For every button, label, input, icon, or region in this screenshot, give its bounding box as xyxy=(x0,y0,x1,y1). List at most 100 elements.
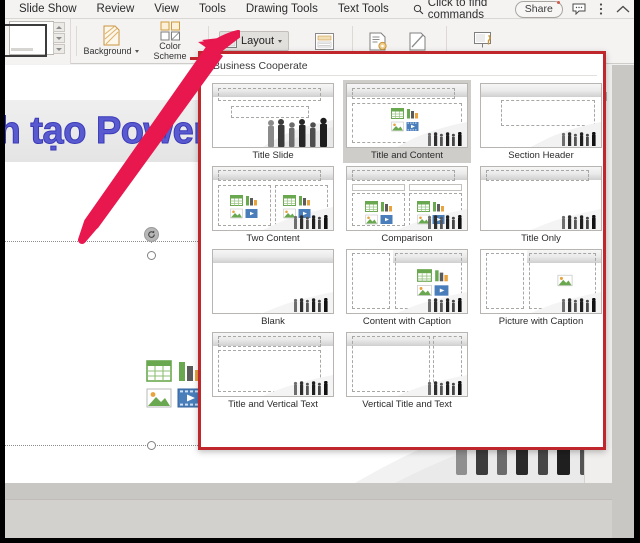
table-icon xyxy=(417,199,430,212)
layout-option-title-slide[interactable]: Title Slide xyxy=(209,80,337,163)
status-bar xyxy=(5,499,612,538)
table-icon xyxy=(230,193,243,206)
scroll-down-button[interactable] xyxy=(53,33,65,43)
picture-icon xyxy=(417,284,432,297)
resize-handle-bottom-left[interactable] xyxy=(147,441,156,450)
gallery-row: Blank Content with Caption Picture with … xyxy=(209,246,602,329)
layout-option-section-header[interactable]: Section Header xyxy=(477,80,603,163)
people-silhouette-icon xyxy=(427,298,462,312)
layout-option-title-only[interactable]: Title Only xyxy=(477,163,603,246)
background-icon xyxy=(103,25,120,46)
menu-bar: Slide Show Review View Tools Drawing Too… xyxy=(5,0,634,21)
layout-option-picture-with-caption[interactable]: Picture with Caption xyxy=(477,246,603,329)
layout-option-label: Two Content xyxy=(246,233,300,244)
resize-handle-top[interactable] xyxy=(147,251,156,260)
triangle-down-icon xyxy=(56,36,62,40)
next-slide-button[interactable] xyxy=(53,44,65,54)
people-silhouette-icon xyxy=(561,132,596,146)
triangle-down-icon xyxy=(56,47,62,51)
slide-size-icon xyxy=(314,31,334,51)
layout-label: Layout xyxy=(241,35,275,47)
people-silhouette-icon xyxy=(427,381,462,395)
comment-icon[interactable] xyxy=(572,0,586,19)
menu-item-slide-show[interactable]: Slide Show xyxy=(5,0,87,19)
chevron-down-icon[interactable] xyxy=(278,39,283,43)
layout-thumbnail xyxy=(480,83,602,148)
window-frame-right xyxy=(634,0,640,543)
layout-option-blank[interactable]: Blank xyxy=(209,246,337,329)
callout-connector-line xyxy=(190,57,204,60)
collapse-ribbon-icon[interactable] xyxy=(616,0,630,19)
content-icons xyxy=(391,106,419,132)
layout-option-label: Title Slide xyxy=(252,150,294,161)
scroll-up-button[interactable] xyxy=(53,22,65,32)
layout-option-label: Title and Vertical Text xyxy=(228,399,318,410)
layout-button[interactable]: Layout xyxy=(219,31,290,51)
color-scheme-label: Color Scheme xyxy=(153,41,187,61)
layout-option-title-and-content[interactable]: Title and Content xyxy=(343,80,471,163)
slide-thumbnail-pane xyxy=(3,19,71,64)
layout-thumbnail xyxy=(212,249,334,314)
layout-option-label: Section Header xyxy=(508,150,574,161)
chart-icon xyxy=(406,106,419,119)
layout-option-label: Content with Caption xyxy=(362,316,452,327)
video-icon xyxy=(380,212,393,224)
layout-option-label: Vertical Title and Text xyxy=(362,399,452,410)
layout-thumbnail xyxy=(212,83,334,148)
menu-item-view[interactable]: View xyxy=(144,0,189,19)
layout-option-content-with-caption[interactable]: Content with Caption xyxy=(343,246,471,329)
gallery-row: Title and Vertical Text Vertical Title a… xyxy=(209,329,597,412)
people-silhouette-icon xyxy=(561,298,596,312)
gallery-row: Two Content Comparison Title Only xyxy=(209,163,602,246)
layout-thumbnail xyxy=(346,249,468,314)
menu-item-text-tools[interactable]: Text Tools xyxy=(328,0,399,19)
layout-option-label: Blank xyxy=(261,316,285,327)
layout-option-two-content[interactable]: Two Content xyxy=(209,163,337,246)
layout-thumbnail xyxy=(346,332,468,397)
window-frame-bottom xyxy=(0,538,640,543)
table-icon xyxy=(365,199,378,212)
layout-option-vertical-title-and-text[interactable]: Vertical Title and Text xyxy=(343,329,471,412)
people-silhouette-icon xyxy=(293,215,328,229)
layout-gallery-dropdown[interactable]: Business Cooperate Title Slide Title and… xyxy=(198,51,606,450)
menu-item-drawing-tools[interactable]: Drawing Tools xyxy=(236,0,328,19)
layout-thumbnail xyxy=(480,166,602,231)
layout-thumbnail xyxy=(346,83,468,148)
layout-option-label: Title and Content xyxy=(371,150,443,161)
video-icon xyxy=(434,284,449,297)
menu-item-review[interactable]: Review xyxy=(87,0,145,19)
table-icon xyxy=(391,106,404,119)
chart-icon xyxy=(432,199,445,212)
table-icon[interactable] xyxy=(146,360,172,382)
table-icon xyxy=(417,269,432,282)
people-silhouette-icon xyxy=(561,215,596,229)
layout-option-comparison[interactable]: Comparison xyxy=(343,163,471,246)
content-placeholder-icons[interactable] xyxy=(146,360,203,409)
chart-icon xyxy=(380,199,393,212)
picture-icon xyxy=(557,274,573,287)
thumbnail-scroll-controls[interactable] xyxy=(53,22,65,55)
gallery-empty-cell xyxy=(477,329,597,412)
picture-icon xyxy=(391,119,404,132)
rotate-icon xyxy=(148,230,155,238)
people-silhouette-icon xyxy=(427,215,462,229)
triangle-up-icon xyxy=(56,25,62,29)
more-options-icon[interactable] xyxy=(595,0,607,19)
gallery-grid: Title Slide Title and Content Section He… xyxy=(209,80,602,412)
layout-option-title-and-vertical-text[interactable]: Title and Vertical Text xyxy=(209,329,337,412)
people-silhouette-icon xyxy=(427,132,462,146)
picture-icon[interactable] xyxy=(146,387,172,409)
video-icon xyxy=(406,119,419,131)
chart-icon xyxy=(245,193,258,206)
chevron-down-icon[interactable] xyxy=(134,50,139,53)
picture-icon xyxy=(365,212,378,225)
layout-thumbnail xyxy=(480,249,602,314)
picture-icon xyxy=(230,206,243,219)
share-button[interactable]: Share xyxy=(514,0,563,18)
menu-item-tools[interactable]: Tools xyxy=(189,0,236,19)
background-button[interactable]: Background xyxy=(82,19,140,64)
layout-option-label: Comparison xyxy=(381,233,433,244)
rotate-handle[interactable] xyxy=(144,227,159,242)
layout-option-label: Picture with Caption xyxy=(498,316,584,327)
gallery-row: Title Slide Title and Content Section He… xyxy=(209,80,602,163)
